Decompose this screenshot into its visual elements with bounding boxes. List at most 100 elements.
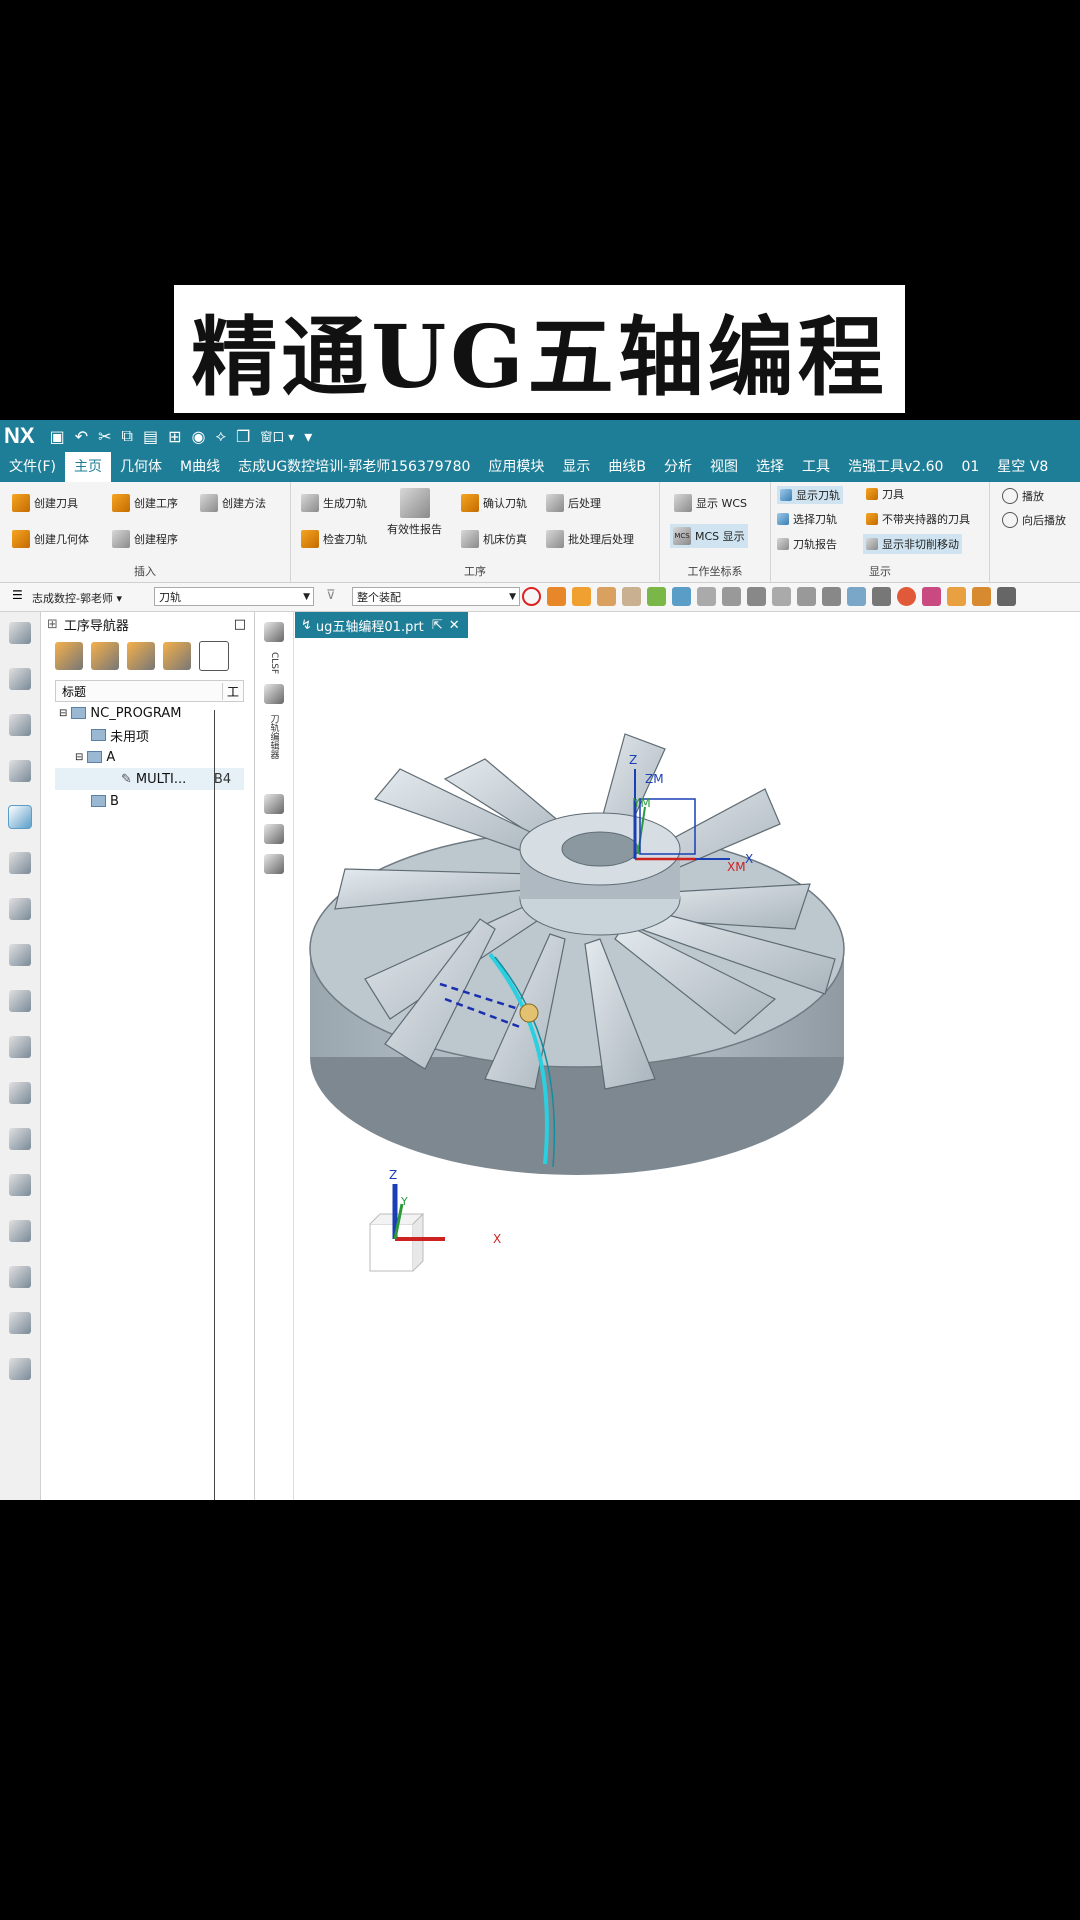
create-program-button[interactable]: 创建程序 bbox=[112, 530, 178, 548]
select-body-icon[interactable] bbox=[547, 587, 566, 606]
cut-icon[interactable]: ✂ bbox=[98, 427, 111, 446]
reuse-library-icon[interactable] bbox=[9, 990, 31, 1012]
curve-icon[interactable] bbox=[647, 587, 666, 606]
close-icon[interactable]: ✕ bbox=[449, 618, 460, 633]
select-feature-icon[interactable] bbox=[597, 587, 616, 606]
tree-row-nc-program[interactable]: ⊟ NC_PROGRAM bbox=[55, 702, 244, 724]
show-noncutting-moves-button[interactable]: 显示非切削移动 bbox=[863, 534, 962, 554]
column-name-header[interactable]: 标题 bbox=[56, 683, 222, 700]
edit-toolpath-icon[interactable] bbox=[264, 854, 284, 875]
machine-icon[interactable] bbox=[9, 1358, 31, 1380]
repeat-icon[interactable]: ⊞ bbox=[168, 427, 181, 446]
menu-geometry[interactable]: 几何体 bbox=[111, 452, 171, 482]
machine-simulation-button[interactable]: 机床仿真 bbox=[461, 530, 527, 548]
view-triad[interactable]: Z Y X bbox=[369, 1168, 501, 1272]
mcs-toolbar-icon[interactable] bbox=[847, 587, 866, 606]
settings-icon[interactable] bbox=[9, 622, 31, 644]
create-operation-button[interactable]: 创建工序 bbox=[112, 494, 178, 512]
type-filter-select[interactable]: 刀轨 ▼ bbox=[154, 587, 314, 606]
color-icon[interactable] bbox=[897, 587, 916, 606]
validity-report-button[interactable]: 有效性报告 bbox=[387, 488, 442, 537]
copy-toolpath-icon[interactable] bbox=[264, 824, 284, 845]
toolpath-view-icon[interactable] bbox=[747, 587, 766, 606]
clsf-icon[interactable] bbox=[264, 622, 284, 642]
tree-row-multi-axis-operation[interactable]: ✎ MULTI... B4 bbox=[55, 768, 244, 790]
menu-curve-b[interactable]: 曲线B bbox=[599, 452, 655, 482]
menu-xingkong[interactable]: 星空 V8 bbox=[988, 452, 1057, 482]
batch-postprocess-button[interactable]: 批处理后处理 bbox=[546, 530, 634, 548]
machine-tool-navigator-icon[interactable] bbox=[9, 852, 31, 874]
select-face-icon[interactable] bbox=[572, 587, 591, 606]
postprocess-button[interactable]: 后处理 bbox=[546, 494, 601, 512]
toolpath-report-button[interactable]: 刀轨报告 bbox=[777, 536, 837, 552]
operation-navigator-icon[interactable] bbox=[8, 805, 32, 829]
select-component-icon[interactable] bbox=[622, 587, 641, 606]
menu-applications[interactable]: 应用模块 bbox=[479, 452, 553, 482]
globe-icon[interactable] bbox=[9, 1174, 31, 1196]
nx-role-icon[interactable] bbox=[9, 1266, 31, 1288]
generate-toolpath-button[interactable]: 生成刀轨 bbox=[301, 494, 367, 512]
measure-icon[interactable] bbox=[797, 587, 816, 606]
assembly-navigator-icon[interactable] bbox=[9, 714, 31, 736]
web-browser-icon[interactable] bbox=[9, 1082, 31, 1104]
select-toolpath-button[interactable]: 选择刀轨 bbox=[777, 511, 837, 527]
machine-tool-view-icon[interactable] bbox=[91, 642, 119, 670]
show-toolpath-button[interactable]: 显示刀轨 bbox=[777, 486, 843, 504]
section-icon[interactable] bbox=[972, 587, 991, 606]
create-method-button[interactable]: 创建方法 bbox=[200, 494, 266, 512]
document-tab[interactable]: ↯ ug五轴编程01.prt ⇱ ✕ bbox=[295, 612, 468, 638]
menu-display[interactable]: 显示 bbox=[553, 452, 599, 482]
tree-row-unused[interactable]: 未用项 bbox=[55, 724, 244, 746]
constraint-navigator-icon[interactable] bbox=[9, 760, 31, 782]
fixture-icon[interactable] bbox=[9, 898, 31, 920]
feature-navigator-icon[interactable] bbox=[9, 944, 31, 966]
save-icon[interactable]: ▣ bbox=[50, 427, 65, 446]
column-tool-header[interactable]: 工 bbox=[222, 682, 239, 700]
verify-toolpath-button[interactable]: 确认刀轨 bbox=[461, 494, 527, 512]
create-geometry-button[interactable]: 创建几何体 bbox=[12, 530, 89, 548]
switch-window-icon[interactable]: ❐ bbox=[236, 427, 250, 446]
role-filter-label[interactable]: 志成数控-郭老师 ▾ bbox=[32, 590, 122, 606]
settings-gear-icon[interactable] bbox=[264, 794, 284, 815]
tree-row-program-a[interactable]: ⊟ A bbox=[55, 746, 244, 768]
clock-icon[interactable] bbox=[9, 1220, 31, 1242]
paste-icon[interactable]: ▤ bbox=[143, 427, 158, 446]
maximize-icon[interactable]: □ bbox=[234, 617, 246, 632]
menu-home[interactable]: 主页 bbox=[64, 452, 111, 482]
microphone-icon[interactable]: ◉ bbox=[191, 427, 205, 446]
no-select-icon[interactable] bbox=[522, 587, 541, 606]
show-wcs-button[interactable]: 显示 WCS bbox=[674, 494, 747, 512]
window-menu[interactable]: 窗口 ▾ bbox=[260, 428, 294, 445]
copy-icon[interactable]: ⧉ bbox=[122, 426, 133, 446]
add-view-icon[interactable] bbox=[199, 641, 229, 671]
tab-detach-icon[interactable]: ⇱ bbox=[432, 618, 443, 633]
machining-method-view-icon[interactable] bbox=[163, 642, 191, 670]
point-icon[interactable] bbox=[672, 587, 691, 606]
menu-haoqiang-tools[interactable]: 浩强工具v2.60 bbox=[839, 452, 952, 482]
play-button[interactable]: 播放 bbox=[1002, 488, 1044, 504]
toolpath-editor-icon[interactable] bbox=[264, 684, 284, 705]
zoom-icon[interactable] bbox=[872, 587, 891, 606]
render-icon[interactable] bbox=[947, 587, 966, 606]
hd3d-icon[interactable] bbox=[9, 1036, 31, 1058]
eye-icon[interactable] bbox=[822, 587, 841, 606]
check-toolpath-button[interactable]: 检查刀轨 bbox=[301, 530, 367, 548]
tool-display-button[interactable]: 刀具 bbox=[866, 486, 904, 502]
menu-view[interactable]: 视图 bbox=[701, 452, 747, 482]
geometry-view-icon[interactable] bbox=[127, 642, 155, 670]
tool-without-holder-button[interactable]: 不带夹持器的刀具 bbox=[866, 511, 970, 527]
menu-training[interactable]: 志成UG数控培训-郭老师156379780 bbox=[229, 452, 479, 482]
menu-select[interactable]: 选择 bbox=[747, 452, 793, 482]
customize-icon[interactable]: ▾ bbox=[304, 427, 312, 446]
tree-row-program-b[interactable]: B bbox=[55, 790, 244, 812]
filter-icon[interactable]: ⊽ bbox=[326, 588, 336, 603]
touch-mode-icon[interactable]: ⟡ bbox=[215, 426, 226, 446]
scope-select[interactable]: 整个装配 ▼ bbox=[352, 587, 520, 606]
axis-icon[interactable] bbox=[772, 587, 791, 606]
material-icon[interactable] bbox=[922, 587, 941, 606]
menu-file[interactable]: 文件(F) bbox=[0, 452, 65, 482]
impeller-part[interactable] bbox=[309, 733, 845, 1175]
more-tools-icon[interactable] bbox=[997, 587, 1016, 606]
menu-icon[interactable]: ☰ bbox=[12, 588, 23, 602]
menu-analysis[interactable]: 分析 bbox=[655, 452, 701, 482]
